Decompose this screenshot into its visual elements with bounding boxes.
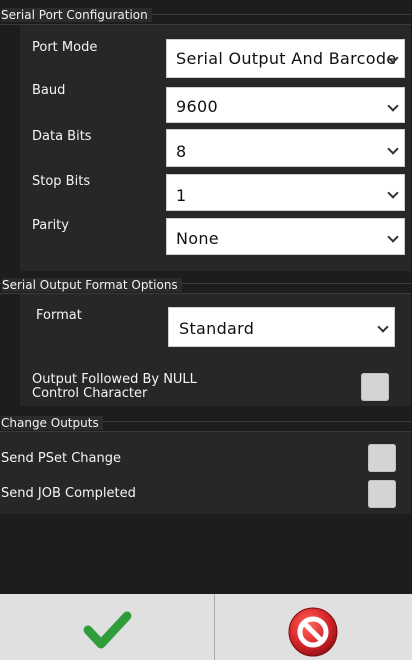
baud-label: Baud	[32, 83, 66, 98]
change-outputs-section-title: Change Outputs	[1, 416, 103, 430]
pset-label: Send PSet Change	[1, 451, 121, 466]
parity-value: None	[176, 229, 219, 248]
parity-label: Parity	[32, 218, 69, 233]
stop-bits-label: Stop Bits	[32, 174, 91, 189]
format-value: Standard	[179, 319, 255, 338]
chevron-down-icon	[387, 143, 399, 155]
serial-port-group: Port Mode Serial Output And Barcode Baud…	[20, 25, 411, 271]
format-label: Format	[36, 308, 82, 323]
data-bits-label: Data Bits	[32, 129, 92, 144]
serial-port-section-title: Serial Port Configuration	[1, 8, 152, 22]
pset-checkbox[interactable]	[368, 444, 396, 472]
null-char-checkbox[interactable]	[361, 373, 389, 401]
stop-bits-select[interactable]: 1	[166, 174, 405, 211]
format-section-title: Serial Output Format Options	[2, 278, 182, 292]
port-mode-value: Serial Output And Barcode	[176, 49, 397, 68]
parity-select[interactable]: None	[166, 218, 405, 255]
cancel-button[interactable]	[215, 594, 412, 660]
change-outputs-section-header: Change Outputs	[0, 413, 411, 432]
null-char-label-line2: Control Character	[32, 386, 148, 401]
null-char-label: Output Followed By NULL Control Characte…	[32, 373, 197, 401]
format-section-header: Serial Output Format Options	[0, 275, 411, 294]
job-label: Send JOB Completed	[1, 486, 136, 501]
chevron-down-icon	[377, 321, 389, 333]
stop-bits-value: 1	[176, 186, 187, 205]
serial-port-section-header: Serial Port Configuration	[0, 6, 411, 25]
baud-value: 9600	[176, 97, 218, 116]
chevron-down-icon	[387, 231, 399, 243]
baud-select[interactable]: 9600	[166, 87, 405, 123]
change-outputs-group: Send PSet Change Send JOB Completed	[0, 432, 411, 514]
null-char-label-line1: Output Followed By NULL	[32, 372, 197, 387]
chevron-down-icon	[387, 100, 399, 112]
footer-bar	[0, 594, 412, 660]
port-mode-select[interactable]: Serial Output And Barcode	[166, 39, 405, 78]
format-group: Format Standard Output Followed By NULL …	[20, 294, 411, 406]
checkmark-icon	[83, 611, 132, 649]
port-mode-label: Port Mode	[32, 40, 98, 55]
cancel-icon	[288, 607, 338, 657]
format-select[interactable]: Standard	[168, 307, 395, 347]
data-bits-select[interactable]: 8	[166, 129, 405, 167]
edge-strip	[412, 0, 419, 660]
confirm-button[interactable]	[0, 594, 214, 660]
chevron-down-icon	[387, 187, 399, 199]
data-bits-value: 8	[176, 142, 187, 161]
settings-panel: Serial Port Configuration Port Mode Seri…	[0, 0, 412, 660]
job-checkbox[interactable]	[368, 480, 396, 508]
